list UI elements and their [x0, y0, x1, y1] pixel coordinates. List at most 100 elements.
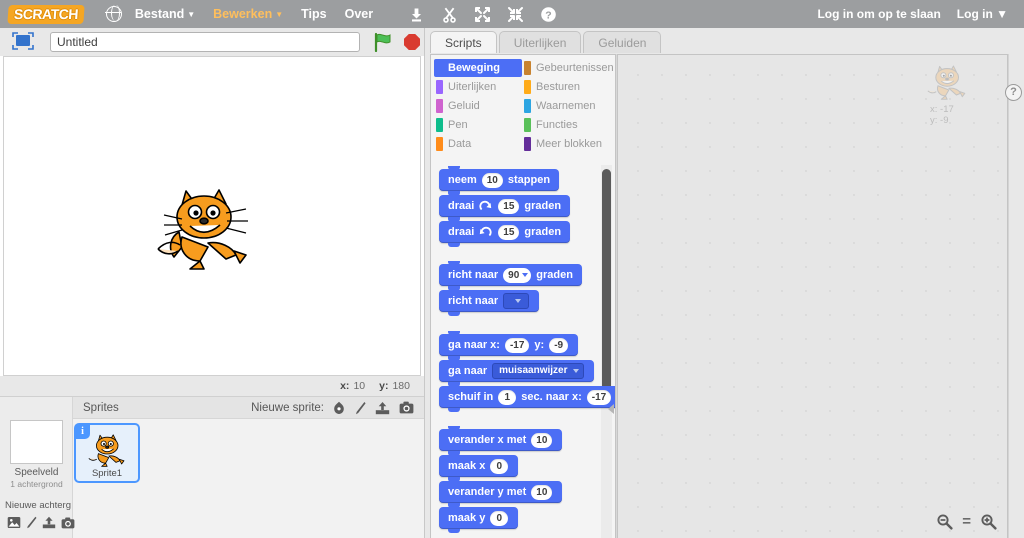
category-label: Gebeurtenissen — [536, 62, 614, 74]
menu-tips[interactable]: Tips — [292, 3, 335, 25]
block-category-list: Beweging Gebeurtenissen Uiterlijken Best… — [434, 59, 614, 153]
tab-geluiden[interactable]: Geluiden — [583, 31, 662, 53]
chevron-down-icon: ▼ — [275, 10, 284, 19]
tab-scripts[interactable]: Scripts — [430, 31, 497, 53]
category-beweging[interactable]: Beweging — [434, 59, 522, 77]
scissors-cut-icon[interactable] — [441, 6, 458, 23]
category-pen[interactable]: Pen — [434, 116, 522, 134]
category-uiterlijken[interactable]: Uiterlijken — [434, 78, 522, 96]
block-input-seconds[interactable]: 1 — [498, 389, 517, 405]
category-swatch — [524, 80, 531, 94]
block-input-degrees[interactable]: 15 — [498, 224, 520, 240]
shrink-icon[interactable] — [507, 6, 524, 23]
block-input-y[interactable]: -9 — [549, 337, 569, 353]
block-input-y[interactable]: 0 — [490, 510, 509, 526]
help-question-icon[interactable]: ? — [540, 6, 557, 23]
block-change-x-by[interactable]: verander x met 10 — [439, 426, 563, 455]
block-input-x[interactable]: -17 — [504, 337, 530, 353]
turn-counterclockwise-icon — [480, 226, 492, 236]
help-question-icon[interactable]: ? — [1005, 84, 1022, 101]
palette-scrollbar[interactable] — [602, 169, 611, 407]
zoom-reset-button[interactable]: = — [962, 514, 971, 529]
sprite-thumbnail — [88, 434, 125, 467]
category-meer-blokken[interactable]: Meer blokken — [522, 135, 614, 153]
block-set-x-to[interactable]: maak x 0 — [439, 452, 519, 481]
menu-bestand-label: Bestand — [134, 7, 185, 21]
block-point-towards[interactable]: richt naar — [439, 287, 540, 316]
block-dropdown-towards[interactable] — [503, 293, 530, 309]
mouse-y-value: 180 — [392, 380, 410, 392]
category-besturen[interactable]: Besturen — [522, 78, 614, 96]
block-input-degrees[interactable]: 15 — [498, 198, 520, 214]
camera-backdrop-icon[interactable] — [61, 517, 75, 529]
green-flag-icon[interactable] — [372, 32, 394, 53]
zoom-in-icon[interactable] — [980, 513, 997, 530]
paint-backdrop-icon[interactable] — [26, 516, 37, 529]
stage-selector-panel[interactable]: Speelveld 1 achtergrond Nieuwe achterg — [0, 397, 75, 538]
tab-uiterlijken[interactable]: Uiterlijken — [498, 31, 582, 53]
camera-sprite-icon[interactable] — [399, 401, 414, 414]
block-input-steps[interactable]: 10 — [481, 172, 503, 188]
globe-icon[interactable] — [105, 5, 122, 22]
menu-bewerken[interactable]: Bewerken ▼ — [204, 3, 292, 25]
block-dropdown-direction[interactable]: 90 — [503, 267, 532, 283]
menu-bewerken-label: Bewerken — [213, 7, 273, 21]
save-prompt-link[interactable]: Log in om op te slaan — [809, 3, 948, 25]
upload-sprite-icon[interactable] — [375, 401, 390, 415]
upload-backdrop-icon[interactable] — [42, 516, 56, 529]
block-point-in-direction[interactable]: richt naar 90 graden — [439, 261, 582, 290]
project-title-input[interactable] — [50, 32, 360, 52]
chevron-down-icon — [572, 369, 579, 373]
block-set-y-to[interactable]: maak y 0 — [439, 504, 519, 533]
block-text: stappen — [507, 174, 551, 186]
block-move-steps[interactable]: neem 10 stappen — [439, 166, 560, 195]
sprite-tile-sprite1[interactable]: i Sprite1 — [74, 423, 140, 483]
block-input-x[interactable]: 0 — [490, 458, 509, 474]
category-gebeurtenissen[interactable]: Gebeurtenissen — [522, 59, 614, 77]
backdrop-library-icon[interactable] — [7, 516, 21, 529]
block-text: verander x met — [448, 434, 527, 446]
block-input-dy[interactable]: 10 — [531, 484, 553, 500]
block-go-to-xy[interactable]: ga naar x: -17 y: -9 — [439, 331, 579, 360]
block-input-x[interactable]: -17 — [586, 389, 612, 405]
block-text: graden — [524, 200, 562, 212]
block-turn-right[interactable]: draai 15 graden — [439, 192, 571, 221]
block-change-y-by[interactable]: verander y met 10 — [439, 478, 563, 507]
paint-sprite-icon[interactable] — [355, 401, 366, 415]
scripts-workspace[interactable]: x: -17 y: -9 = — [617, 54, 1008, 538]
mouse-x-label: x: — [340, 380, 350, 392]
block-dropdown-value: 90 — [508, 269, 520, 281]
stage-thumbnail[interactable] — [10, 420, 63, 464]
category-functies[interactable]: Functies — [522, 116, 614, 134]
cat-sprite-on-stage[interactable] — [156, 185, 256, 271]
category-data[interactable]: Data — [434, 135, 522, 153]
menu-over[interactable]: Over — [336, 3, 383, 25]
category-swatch — [524, 99, 531, 113]
category-waarnemen[interactable]: Waarnemen — [522, 97, 614, 115]
zoom-out-icon[interactable] — [936, 513, 953, 530]
stop-sign-icon[interactable] — [404, 34, 420, 50]
sprite-watermark-thumbnail — [927, 65, 966, 100]
block-glide-to-xy[interactable]: schuif in 1 sec. naar x: -17 y: — [439, 383, 615, 412]
stage-canvas[interactable] — [3, 56, 421, 376]
block-text: ga naar x: — [448, 339, 500, 351]
grow-icon[interactable] — [474, 6, 491, 23]
stage-mouse-coordinates: x: 10 y: 180 — [0, 376, 424, 396]
stage-size-icon[interactable] — [10, 31, 36, 53]
category-geluid[interactable]: Geluid — [434, 97, 522, 115]
block-text: richt naar — [448, 295, 499, 307]
collapse-arrow-icon[interactable] — [608, 404, 614, 414]
block-go-to-target[interactable]: ga naar muisaanwijzer — [439, 357, 594, 386]
sprite-library-icon[interactable] — [332, 401, 346, 415]
sprite-pane: Speelveld 1 achtergrond Nieuwe achterg S… — [0, 396, 424, 538]
scratch-editor-window: SCRATCH Bestand▼ Bewerken▼ Tips Over ? — [0, 0, 1024, 538]
block-turn-left[interactable]: draai 15 graden — [439, 218, 571, 247]
login-menu[interactable]: Log in ▼ — [949, 3, 1016, 25]
block-input-dx[interactable]: 10 — [531, 432, 553, 448]
scratch-logo[interactable]: SCRATCH — [7, 4, 85, 24]
category-swatch — [524, 118, 531, 132]
block-dropdown-target[interactable]: muisaanwijzer — [492, 363, 584, 379]
stamp-duplicate-icon[interactable] — [408, 6, 425, 23]
menu-bestand[interactable]: Bestand ▼ — [126, 3, 204, 25]
palette-block-list: neem 10 stappen draai 15 graden draai 15… — [431, 165, 615, 538]
